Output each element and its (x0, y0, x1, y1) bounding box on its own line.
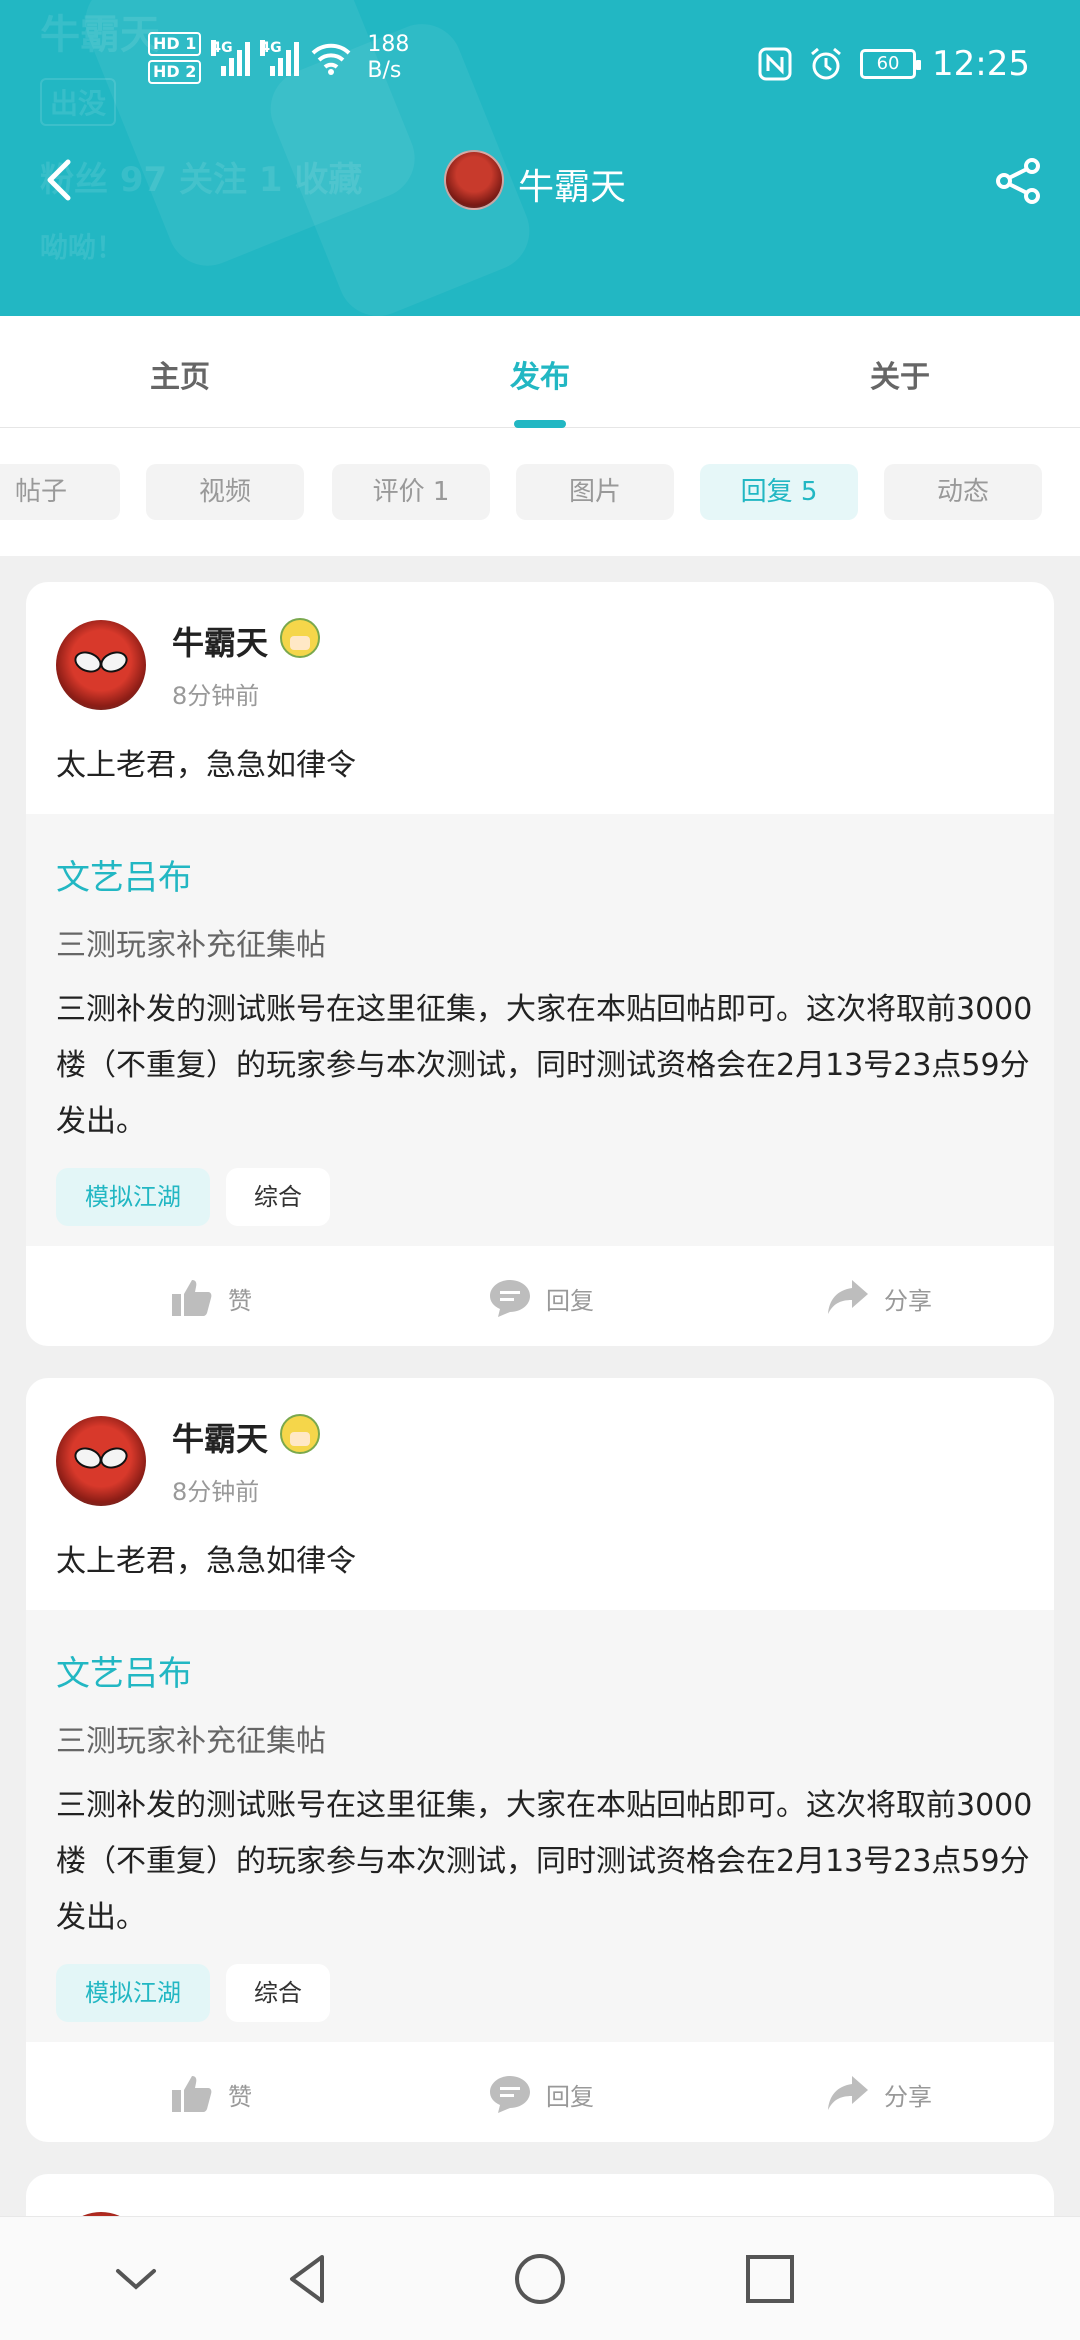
status-bar: HD 1 HD 2 4G 4G 188 B/s 60 12:25 (0, 0, 1080, 130)
like-button[interactable]: 赞 (170, 1278, 252, 1318)
chip-replies[interactable]: 回复 5 (700, 464, 858, 520)
reply-button[interactable]: 回复 (488, 2074, 594, 2114)
post-time: 8分钟前 (172, 682, 260, 710)
thumbs-up-icon (172, 2076, 212, 2112)
status-right: 60 12:25 (758, 44, 1030, 84)
tab-home[interactable]: 主页 (150, 352, 210, 396)
net-speed-value: 188 (367, 32, 410, 57)
signal-1-label: 4G (211, 40, 233, 56)
reply-label: 回复 (546, 1286, 594, 1315)
avatar[interactable] (56, 620, 146, 710)
chip-activity[interactable]: 动态 (884, 464, 1042, 520)
username[interactable]: 牛霸天 (172, 1414, 268, 1460)
chip-reviews[interactable]: 评价 1 (332, 464, 490, 520)
action-bar: 赞 回复 分享 (26, 1246, 1054, 1346)
post-time: 8分钟前 (172, 1478, 260, 1506)
signal-2-icon: 4G (260, 40, 300, 76)
clock: 12:25 (932, 44, 1030, 84)
reply-label: 回复 (546, 2082, 594, 2111)
quoted-post[interactable]: 文艺吕布 三测玩家补充征集帖 三测补发的测试账号在这里征集，大家在本贴回帖即可。… (26, 814, 1054, 1246)
hd2-badge: HD 2 (148, 60, 202, 84)
share-label: 分享 (884, 2082, 932, 2111)
tab-indicator (514, 420, 566, 428)
battery-icon: 60 (860, 49, 922, 79)
share-arrow-icon (828, 2076, 868, 2110)
comment-icon (490, 2076, 530, 2113)
share-arrow-icon (828, 1280, 868, 1314)
tab-publish[interactable]: 发布 (510, 352, 570, 396)
reply-card[interactable]: 牛霸天 8分钟前 太上老君，急急如律令 文艺吕布 三测玩家补充征集帖 三测补发的… (26, 1378, 1054, 2142)
like-label: 赞 (228, 2082, 252, 2111)
main-tabs: 主页 发布 关于 (0, 316, 1080, 428)
reply-text: 太上老君，急急如律令 (56, 1544, 356, 1579)
share-label: 分享 (884, 1286, 932, 1315)
share-button[interactable]: 分享 (826, 1278, 932, 1318)
action-bar: 赞 回复 分享 (26, 2042, 1054, 2142)
quoted-author[interactable]: 文艺吕布 (56, 850, 192, 899)
share-icon[interactable] (994, 156, 1044, 206)
quoted-title: 三测玩家补充征集帖 (56, 1724, 326, 1759)
system-nav-bar (0, 2216, 1080, 2340)
reply-button[interactable]: 回复 (488, 1278, 594, 1318)
title-bar: 牛霸天 (0, 140, 1080, 220)
quoted-body: 三测补发的测试账号在这里征集，大家在本贴回帖即可。这次将取前3000楼（不重复）… (56, 1788, 1033, 1935)
user-badge-icon (280, 618, 320, 658)
signal-1-icon: 4G (211, 40, 251, 76)
filter-chips: 帖子 视频 评价 1 图片 回复 5 动态 (0, 428, 1080, 556)
like-button[interactable]: 赞 (170, 2074, 252, 2114)
back-arrow-icon[interactable] (40, 156, 80, 204)
wifi-icon (311, 43, 351, 75)
username[interactable]: 牛霸天 (172, 618, 268, 664)
tab-about[interactable]: 关于 (870, 352, 930, 396)
chip-posts[interactable]: 帖子 (0, 464, 120, 520)
back-triangle-icon[interactable] (282, 2251, 338, 2307)
net-speed: 188 B/s (367, 32, 409, 84)
user-badge-icon (280, 1414, 320, 1454)
chip-videos[interactable]: 视频 (146, 464, 304, 520)
reply-card[interactable]: 牛霸天 8分钟前 太上老君，急急如律令 文艺吕布 三测玩家补充征集帖 三测补发的… (26, 582, 1054, 1346)
tag-forum[interactable]: 模拟江湖 (56, 1168, 210, 1226)
status-left: HD 1 HD 2 4G 4G 188 B/s (148, 32, 409, 84)
share-button[interactable]: 分享 (826, 2074, 932, 2114)
collapse-icon[interactable] (108, 2251, 164, 2307)
quoted-author[interactable]: 文艺吕布 (56, 1646, 192, 1695)
reply-text: 太上老君，急急如律令 (56, 748, 356, 783)
nfc-icon (758, 47, 792, 81)
quoted-post[interactable]: 文艺吕布 三测玩家补充征集帖 三测补发的测试账号在这里征集，大家在本贴回帖即可。… (26, 1610, 1054, 2042)
net-speed-unit: B/s (367, 58, 402, 83)
chip-images[interactable]: 图片 (516, 464, 674, 520)
title-avatar[interactable] (444, 150, 504, 210)
tag-category[interactable]: 综合 (226, 1168, 330, 1226)
hd-indicators: HD 1 HD 2 (148, 32, 202, 84)
thumbs-up-icon (172, 1280, 212, 1316)
hd1-badge: HD 1 (148, 32, 202, 56)
signal-2-label: 4G (260, 40, 282, 56)
recents-square-icon[interactable] (742, 2251, 798, 2307)
page-title: 牛霸天 (518, 167, 627, 208)
alarm-icon (811, 47, 841, 80)
home-circle-icon[interactable] (512, 2251, 568, 2307)
ghost-bio: 呦呦！ (40, 231, 125, 264)
quoted-title: 三测玩家补充征集帖 (56, 928, 326, 963)
like-label: 赞 (228, 1286, 252, 1315)
profile-header: 牛霸天 出没 粉丝 97 关注 1 收藏 呦呦！ HD 1 HD 2 4G 4G (0, 0, 1080, 316)
tag-forum[interactable]: 模拟江湖 (56, 1964, 210, 2022)
comment-icon (490, 1280, 530, 1317)
tag-category[interactable]: 综合 (226, 1964, 330, 2022)
avatar[interactable] (56, 1416, 146, 1506)
quoted-body: 三测补发的测试账号在这里征集，大家在本贴回帖即可。这次将取前3000楼（不重复）… (56, 992, 1033, 1139)
